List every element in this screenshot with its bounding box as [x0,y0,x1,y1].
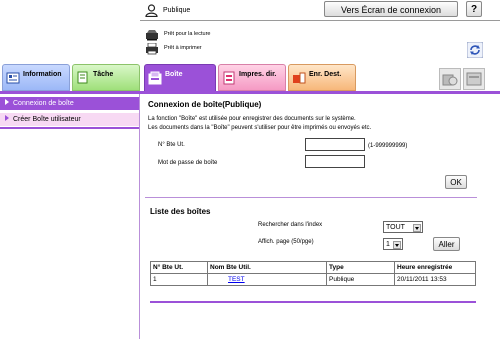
box-icon [148,71,162,85]
tab-box-label: Boîte [165,71,183,78]
index-select-value: TOUT [386,224,405,231]
column-header-type: Type [326,261,395,274]
sidebar-item-create-user-box[interactable]: Créer Boîte utilisateur [0,113,139,126]
box-password-field[interactable] [305,155,365,168]
page-display-label: Affich. page (50/pge) [258,239,314,245]
page-select-value: 1 [386,241,390,248]
scanner-icon [146,30,158,41]
box-list-table: N° Bte Ut. Nom Bte Util. Type Heure enre… [150,261,476,286]
tab-direct-print-label: Impres. dir. [239,71,277,78]
job-icon [77,71,88,84]
column-header-registered-time: Heure enregistrée [394,261,476,274]
page-select[interactable]: 1 [383,238,403,250]
sidebar-divider [0,127,139,129]
status-read: Prêt pour la lecture [164,31,211,37]
arrow-right-icon [5,115,9,121]
tab-job[interactable]: Tâche [72,64,140,91]
tab-job-label: Tâche [93,71,114,78]
column-header-box-number: N° Bte Ut. [150,261,208,274]
section-divider [145,197,477,198]
copy-icon[interactable] [439,68,461,90]
tab-store-address[interactable]: Enr. Dest. [288,64,356,91]
cell-box-name: TEST [207,273,327,286]
page-title: Connexion de boîte(Publique) [148,100,262,109]
tab-information[interactable]: Information [2,64,70,91]
scan-fax-icon[interactable] [463,68,485,90]
information-icon [6,72,20,84]
chevron-down-icon [393,241,401,249]
direct-print-icon [223,71,235,85]
store-address-icon [293,72,306,84]
cell-box-number: 1 [150,273,208,286]
box-list-title: Liste des boîtes [150,207,211,216]
password-label: Mot de passe de boîte [158,160,218,166]
sidebar-item-label: Connexion de boîte [13,100,74,107]
help-button[interactable]: ? [466,1,482,17]
list-bottom-divider [150,301,476,303]
printer-icon [146,43,158,55]
header-divider [140,20,500,21]
table-header-row: N° Bte Ut. Nom Bte Util. Type Heure enre… [150,261,476,274]
tab-direct-print[interactable]: Impres. dir. [218,64,286,91]
box-number-label: N° Bte Ut. [158,142,185,148]
description-line-1: La fonction "Boîte" est utilisée pour en… [148,116,356,122]
description-line-2: Les documents dans la "Boîte" peuvent s'… [148,125,372,131]
column-header-box-name: Nom Bte Util. [207,261,327,274]
go-button[interactable]: Aller [433,237,460,251]
login-screen-button[interactable]: Vers Écran de connexion [324,1,458,17]
box-number-field[interactable] [305,138,365,151]
sidebar-item-label: Créer Boîte utilisateur [13,116,81,123]
search-index-label: Rechercher dans l'index [258,222,323,228]
sidebar-item-box-login[interactable]: Connexion de boîte [0,97,139,110]
arrow-right-icon [5,99,9,105]
cell-type: Publique [326,273,395,286]
tab-store-address-label: Enr. Dest. [309,71,342,78]
scan-glyph-icon [466,72,482,86]
copy-glyph-icon [442,74,458,86]
cell-registered-time: 20/11/2011 13:53 [394,273,476,286]
user-name: Publique [163,7,191,14]
box-name-link[interactable]: TEST [228,276,245,283]
sidebar-border [139,94,140,339]
refresh-icon[interactable] [467,42,483,58]
tab-underline-bar [0,91,500,94]
index-select[interactable]: TOUT [383,221,423,233]
user-icon [145,4,158,17]
tab-information-label: Information [23,71,62,78]
chevron-down-icon [413,224,421,232]
table-row: 1 TEST Publique 20/11/2011 13:53 [150,273,476,286]
ok-button[interactable]: OK [445,175,467,189]
tab-box[interactable]: Boîte [144,64,216,94]
box-number-range: (1-999999999) [368,143,408,149]
status-print: Prêt à imprimer [164,45,202,51]
